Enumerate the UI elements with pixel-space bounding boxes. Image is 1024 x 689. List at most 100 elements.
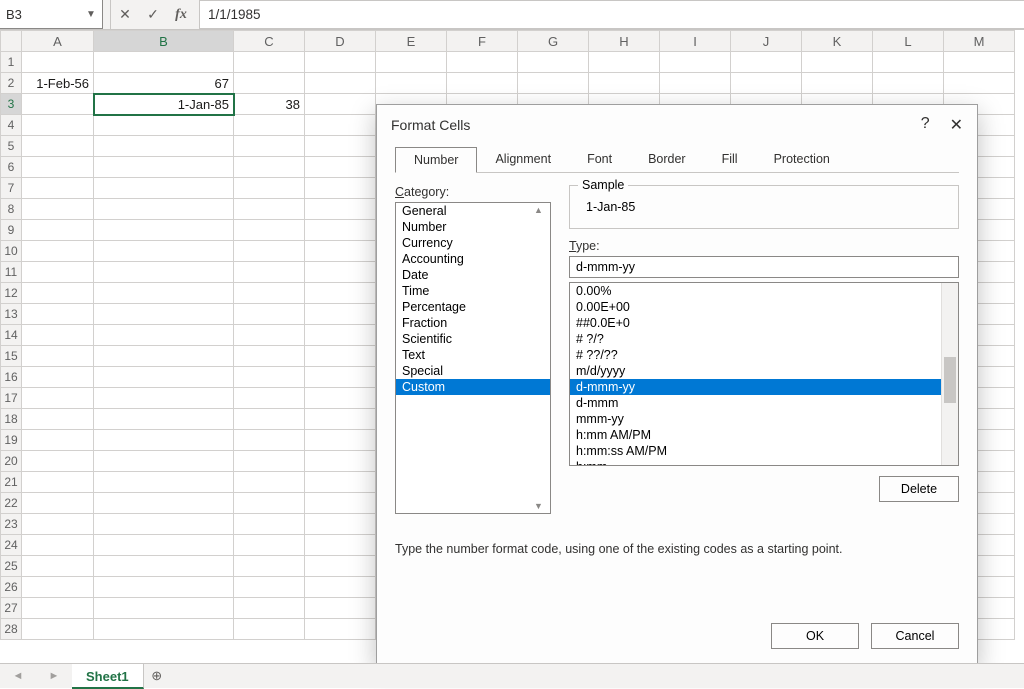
cell-B22[interactable] (94, 493, 234, 514)
row-header-3[interactable]: 3 (1, 94, 22, 115)
cell-B9[interactable] (94, 220, 234, 241)
cell-D3[interactable] (305, 94, 376, 115)
cell-H2[interactable] (589, 73, 660, 94)
cell-B21[interactable] (94, 472, 234, 493)
cell-A3[interactable] (22, 94, 94, 115)
accept-edit-icon[interactable]: ✓ (139, 6, 167, 23)
cell-C4[interactable] (234, 115, 305, 136)
cell-C11[interactable] (234, 262, 305, 283)
row-header-12[interactable]: 12 (1, 283, 22, 304)
cell-C20[interactable] (234, 451, 305, 472)
row-header-14[interactable]: 14 (1, 325, 22, 346)
cell-B6[interactable] (94, 157, 234, 178)
cell-C7[interactable] (234, 178, 305, 199)
type-item[interactable]: h:mm (570, 459, 958, 466)
sheet-tab-sheet1[interactable]: Sheet1 (72, 664, 144, 689)
cell-D6[interactable] (305, 157, 376, 178)
cell-B10[interactable] (94, 241, 234, 262)
cell-C28[interactable] (234, 619, 305, 640)
cell-C13[interactable] (234, 304, 305, 325)
cell-K1[interactable] (802, 52, 873, 73)
cell-C17[interactable] (234, 388, 305, 409)
column-header-A[interactable]: A (22, 31, 94, 52)
cell-A8[interactable] (22, 199, 94, 220)
cell-D27[interactable] (305, 598, 376, 619)
row-header-13[interactable]: 13 (1, 304, 22, 325)
cell-C16[interactable] (234, 367, 305, 388)
cell-J2[interactable] (731, 73, 802, 94)
cell-A27[interactable] (22, 598, 94, 619)
cell-D22[interactable] (305, 493, 376, 514)
category-item-date[interactable]: Date (396, 267, 550, 283)
category-item-custom[interactable]: Custom (396, 379, 550, 395)
cell-B24[interactable] (94, 535, 234, 556)
cancel-edit-icon[interactable]: ✕ (111, 6, 139, 23)
cell-D10[interactable] (305, 241, 376, 262)
cell-E2[interactable] (376, 73, 447, 94)
cell-A6[interactable] (22, 157, 94, 178)
name-box[interactable]: B3 (0, 7, 80, 22)
cell-C5[interactable] (234, 136, 305, 157)
type-item[interactable]: m/d/yyyy (570, 363, 958, 379)
category-item-currency[interactable]: Currency (396, 235, 550, 251)
cell-D17[interactable] (305, 388, 376, 409)
cell-B20[interactable] (94, 451, 234, 472)
cell-B15[interactable] (94, 346, 234, 367)
cell-B2[interactable]: 67 (94, 73, 234, 94)
cell-C26[interactable] (234, 577, 305, 598)
row-header-22[interactable]: 22 (1, 493, 22, 514)
column-header-J[interactable]: J (731, 31, 802, 52)
close-icon[interactable]: ✕ (950, 115, 963, 135)
cell-D1[interactable] (305, 52, 376, 73)
cell-A25[interactable] (22, 556, 94, 577)
cell-D20[interactable] (305, 451, 376, 472)
cell-B17[interactable] (94, 388, 234, 409)
category-item-percentage[interactable]: Percentage (396, 299, 550, 315)
row-header-18[interactable]: 18 (1, 409, 22, 430)
cell-D19[interactable] (305, 430, 376, 451)
type-item[interactable]: ##0.0E+0 (570, 315, 958, 331)
name-box-dropdown-icon[interactable]: ▼ (80, 9, 102, 20)
cell-B28[interactable] (94, 619, 234, 640)
type-item[interactable]: # ??/?? (570, 347, 958, 363)
cancel-button[interactable]: Cancel (871, 623, 959, 649)
dialog-tab-alignment[interactable]: Alignment (477, 147, 569, 172)
row-header-5[interactable]: 5 (1, 136, 22, 157)
cell-D24[interactable] (305, 535, 376, 556)
type-item[interactable]: 0.00% (570, 283, 958, 299)
cell-D4[interactable] (305, 115, 376, 136)
scrollbar[interactable] (941, 283, 958, 465)
type-item[interactable]: 0.00E+00 (570, 299, 958, 315)
cell-B26[interactable] (94, 577, 234, 598)
column-header-B[interactable]: B (94, 31, 234, 52)
cell-C15[interactable] (234, 346, 305, 367)
type-item[interactable]: mmm-yy (570, 411, 958, 427)
sheet-nav-prev-icon[interactable]: ◄ (0, 670, 36, 682)
row-header-21[interactable]: 21 (1, 472, 22, 493)
cell-K2[interactable] (802, 73, 873, 94)
row-header-7[interactable]: 7 (1, 178, 22, 199)
type-item[interactable]: # ?/? (570, 331, 958, 347)
cell-B19[interactable] (94, 430, 234, 451)
category-item-scientific[interactable]: Scientific (396, 331, 550, 347)
cell-D25[interactable] (305, 556, 376, 577)
cell-C10[interactable] (234, 241, 305, 262)
row-header-20[interactable]: 20 (1, 451, 22, 472)
type-format-listbox[interactable]: 0.00%0.00E+00##0.0E+0# ?/?# ??/??m/d/yyy… (569, 282, 959, 466)
cell-E1[interactable] (376, 52, 447, 73)
cell-C25[interactable] (234, 556, 305, 577)
cell-C21[interactable] (234, 472, 305, 493)
cell-B27[interactable] (94, 598, 234, 619)
row-header-10[interactable]: 10 (1, 241, 22, 262)
cell-A26[interactable] (22, 577, 94, 598)
cell-A11[interactable] (22, 262, 94, 283)
cell-A24[interactable] (22, 535, 94, 556)
cell-J1[interactable] (731, 52, 802, 73)
cell-B1[interactable] (94, 52, 234, 73)
cell-C23[interactable] (234, 514, 305, 535)
cell-C12[interactable] (234, 283, 305, 304)
cell-B4[interactable] (94, 115, 234, 136)
add-sheet-icon[interactable]: ⊕ (144, 668, 170, 684)
cell-M1[interactable] (944, 52, 1015, 73)
row-header-16[interactable]: 16 (1, 367, 22, 388)
